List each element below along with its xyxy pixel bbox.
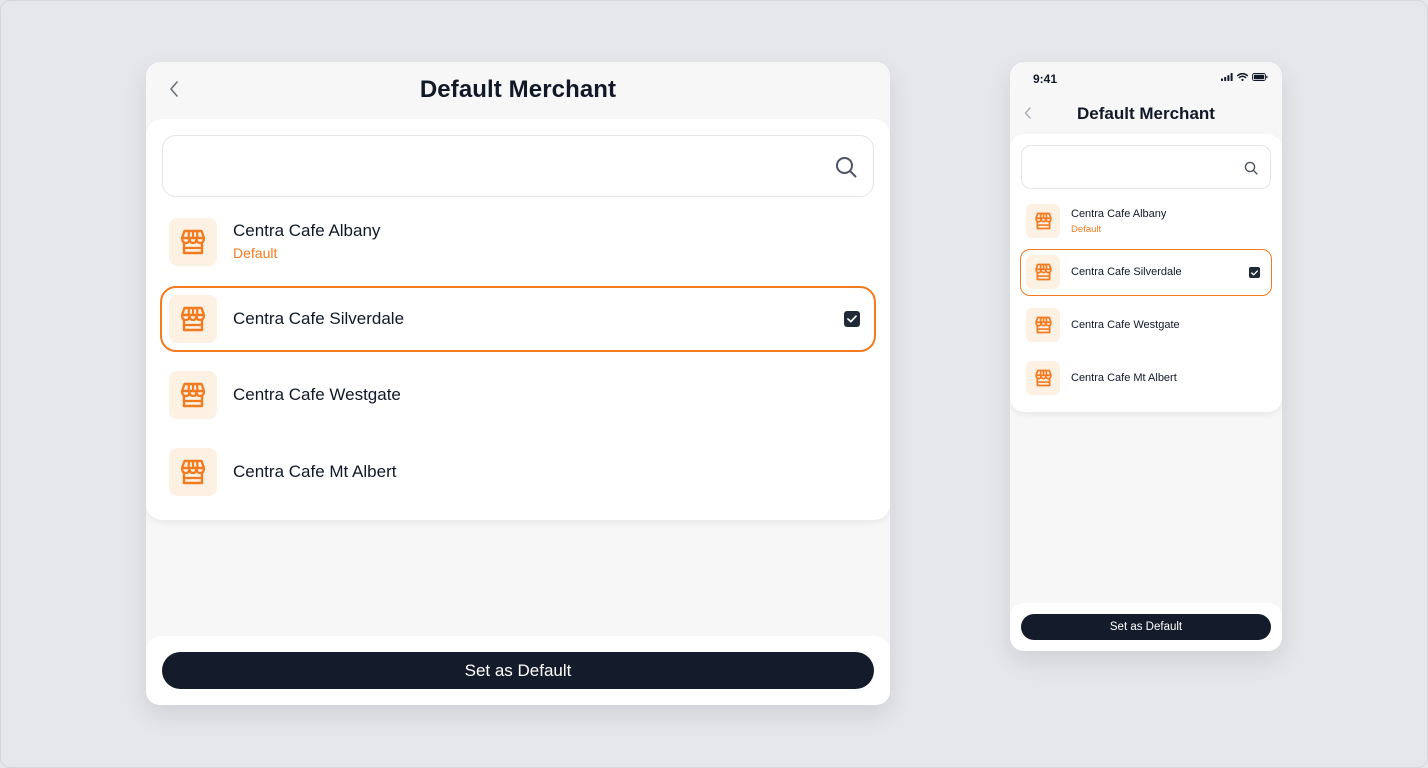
merchant-item-albany[interactable]: Centra Cafe Albany Default: [1020, 198, 1272, 245]
search-box[interactable]: [1021, 145, 1271, 189]
default-label: Default: [233, 245, 278, 261]
merchant-name: Centra Cafe Westgate: [233, 385, 401, 404]
merchant-item-westgate[interactable]: Centra Cafe Westgate: [160, 362, 876, 428]
store-icon: [180, 459, 206, 485]
header: Default Merchant: [146, 62, 890, 120]
merchant-name: Centra Cafe Albany: [1071, 208, 1167, 220]
merchant-item-mt-albert[interactable]: Centra Cafe Mt Albert: [160, 439, 876, 505]
page-title: Default Merchant: [1077, 104, 1215, 123]
footer-bar: Set as Default: [1010, 603, 1282, 651]
default-label: Default: [1071, 224, 1102, 235]
merchant-list-card: Centra Cafe Albany Default Centra Cafe S…: [1010, 134, 1282, 412]
merchant-item-silverdale[interactable]: Centra Cafe Silverdale: [160, 286, 876, 352]
set-as-default-button[interactable]: Set as Default: [162, 652, 874, 689]
set-as-default-button[interactable]: Set as Default: [1021, 614, 1271, 640]
store-icon-tile: [1026, 255, 1060, 289]
check-icon: [1251, 269, 1258, 275]
search-input[interactable]: [1032, 154, 1232, 182]
store-icon: [180, 229, 206, 255]
merchant-item-mt-albert[interactable]: Centra Cafe Mt Albert: [1020, 355, 1272, 402]
merchant-name: Centra Cafe Silverdale: [1071, 266, 1182, 278]
search-box[interactable]: [162, 135, 874, 197]
signal-icon: [1221, 73, 1233, 81]
store-icon-tile: [169, 295, 217, 343]
selected-checkbox[interactable]: [844, 311, 860, 327]
merchant-list-card: Centra Cafe Albany Default Centra Cafe S…: [146, 119, 890, 520]
status-icons: [1221, 73, 1268, 81]
store-icon-tile: [169, 371, 217, 419]
store-icon-tile: [1026, 204, 1060, 238]
wifi-icon: [1237, 73, 1248, 81]
page-title: Default Merchant: [419, 76, 617, 103]
merchant-item-albany[interactable]: Centra Cafe Albany Default: [160, 209, 876, 275]
search-icon[interactable]: [1244, 161, 1258, 175]
store-icon-tile: [169, 448, 217, 496]
merchant-name: Centra Cafe Mt Albert: [233, 462, 397, 481]
merchant-name: Centra Cafe Mt Albert: [1071, 372, 1177, 384]
status-time: 9:41: [1033, 72, 1058, 86]
store-icon: [1034, 212, 1052, 230]
store-icon: [1034, 263, 1052, 281]
tablet-screen: Default Merchant Centra Cafe Albany Defa…: [146, 62, 890, 705]
search-icon[interactable]: [835, 156, 857, 178]
selected-checkbox[interactable]: [1249, 267, 1260, 278]
store-icon-tile: [1026, 308, 1060, 342]
merchant-item-silverdale[interactable]: Centra Cafe Silverdale: [1020, 249, 1272, 296]
status-bar: 9:41: [1010, 62, 1282, 94]
merchant-name: Centra Cafe Westgate: [1071, 319, 1180, 331]
phone-screen: 9:41 Default Merchant Centra Cafe Albany…: [1010, 62, 1282, 651]
store-icon: [1034, 316, 1052, 334]
battery-icon: [1252, 73, 1268, 81]
footer-bar: Set as Default: [146, 636, 890, 705]
store-icon: [180, 306, 206, 332]
store-icon: [1034, 369, 1052, 387]
store-icon-tile: [1026, 361, 1060, 395]
store-icon-tile: [169, 218, 217, 266]
store-icon: [180, 382, 206, 408]
search-input[interactable]: [179, 148, 819, 186]
merchant-name: Centra Cafe Silverdale: [233, 309, 405, 328]
check-icon: [847, 315, 857, 323]
merchant-name: Centra Cafe Albany: [233, 221, 381, 240]
merchant-item-westgate[interactable]: Centra Cafe Westgate: [1020, 302, 1272, 349]
